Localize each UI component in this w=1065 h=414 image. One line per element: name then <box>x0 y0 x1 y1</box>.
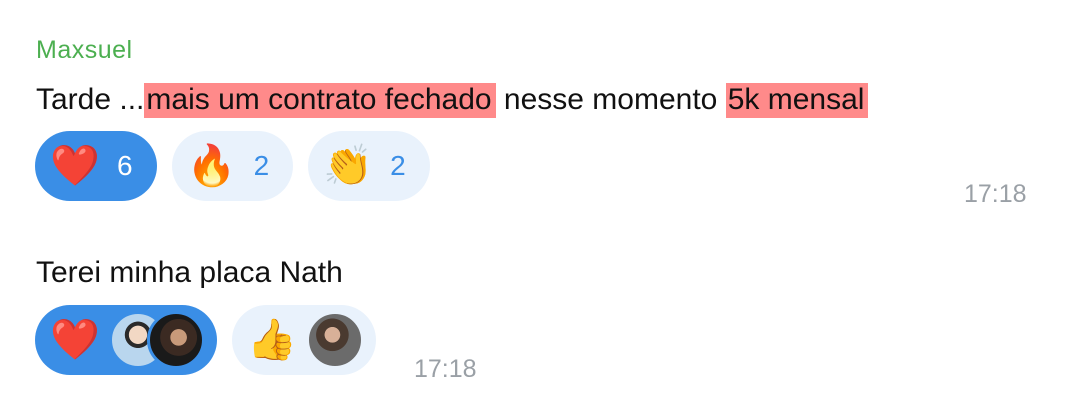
reaction-clap-button[interactable]: 👏 2 <box>308 131 430 201</box>
heart-icon: ❤️ <box>50 317 100 363</box>
heart-icon: ❤️ <box>50 143 100 189</box>
reaction-count: 2 <box>390 150 406 181</box>
sender-name[interactable]: Maxsuel <box>36 36 133 65</box>
reactions-bar: ❤️ 👍 <box>35 305 376 375</box>
reactor-avatars <box>306 311 364 369</box>
chat-view: Maxsuel Tarde ...mais um contrato fechad… <box>0 0 1065 414</box>
reactions-bar: ❤️ 6 🔥 2 👏 2 <box>35 131 430 201</box>
fire-icon: 🔥 <box>186 143 237 189</box>
reaction-count: 6 <box>117 150 133 181</box>
message-text-part: nesse momento <box>495 83 726 116</box>
thumbs-up-icon: 👍 <box>247 317 297 363</box>
avatar <box>306 311 364 369</box>
reaction-count: 2 <box>253 150 270 181</box>
reaction-fire-button[interactable]: 🔥 2 <box>171 131 294 201</box>
message-text: Tarde ...mais um contrato fechado nesse … <box>36 83 869 118</box>
reaction-heart-button[interactable]: ❤️ 6 <box>35 131 157 201</box>
message-timestamp: 17:18 <box>414 355 477 383</box>
highlighted-text: 5k mensal <box>725 83 869 118</box>
highlighted-text: mais um contrato fechado <box>144 83 496 118</box>
message-text-part: Tarde ... <box>36 83 145 116</box>
reactor-avatars <box>109 311 205 369</box>
reaction-heart-button[interactable]: ❤️ <box>35 305 217 375</box>
message-timestamp: 17:18 <box>964 180 1027 208</box>
avatar <box>147 311 205 369</box>
clapping-hands-icon: 👏 <box>323 143 374 189</box>
message-text: Terei minha placa Nath <box>36 256 343 289</box>
reaction-thumbs-up-button[interactable]: 👍 <box>232 305 376 375</box>
